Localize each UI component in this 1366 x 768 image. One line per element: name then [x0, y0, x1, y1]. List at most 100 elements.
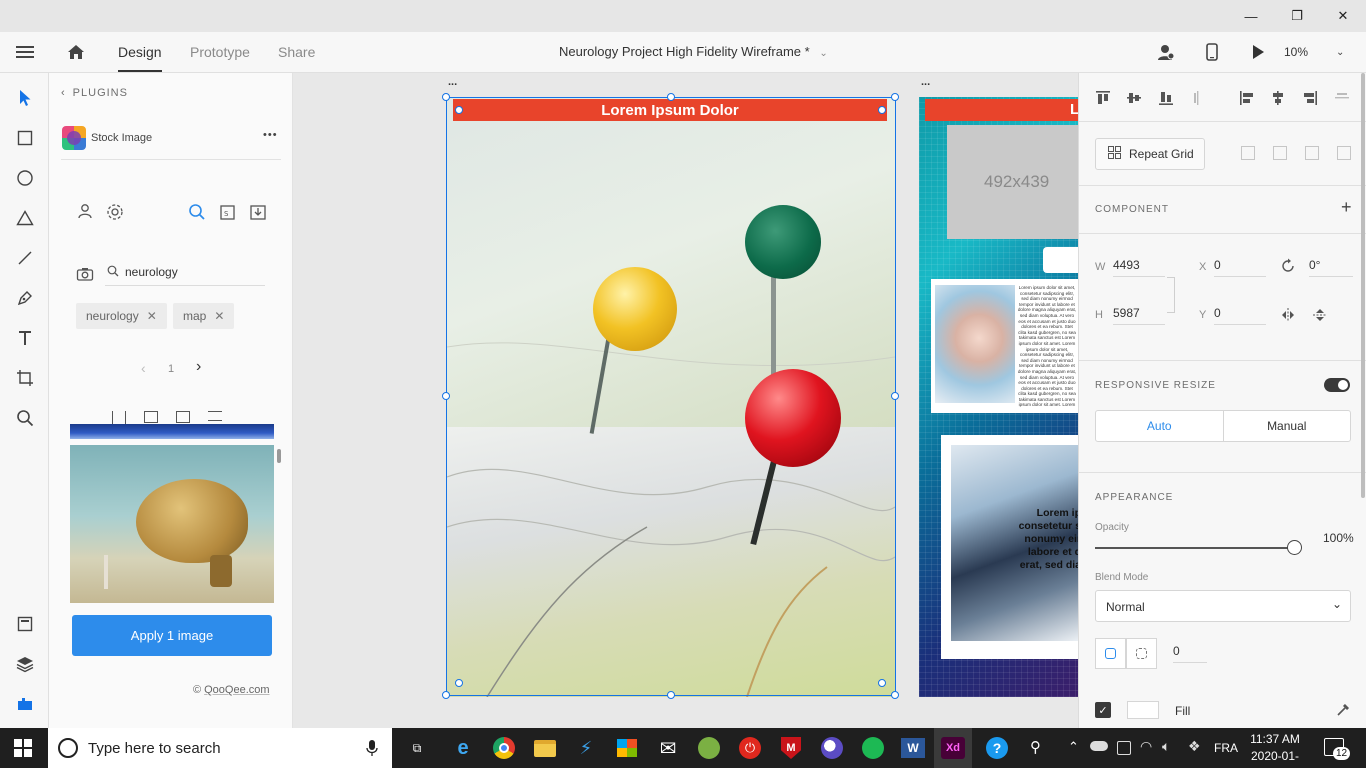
app-android-studio[interactable] [695, 734, 723, 762]
result-thumbnail-selected[interactable] [70, 445, 274, 603]
resize-handle[interactable] [442, 93, 450, 101]
image-placeholder[interactable]: 492x439 [947, 125, 1078, 239]
layers-panel-icon[interactable] [12, 651, 38, 677]
search-icon[interactable] [188, 203, 206, 224]
help-icon[interactable]: ? [986, 737, 1008, 759]
camera-icon[interactable] [76, 266, 94, 285]
corner-radius-handle[interactable] [455, 106, 463, 114]
app-task-view[interactable]: ⧉ [403, 734, 431, 762]
comment-icon[interactable] [176, 411, 190, 423]
resize-handle[interactable] [891, 691, 899, 699]
y-field[interactable]: 0 [1214, 303, 1266, 325]
download-icon[interactable] [249, 203, 267, 224]
artboard-neuro[interactable]: L 492x439 Lorem ipsum dolor sit amet, co… [919, 97, 1078, 697]
scrollbar-thumb[interactable] [277, 449, 281, 463]
search-input[interactable]: neurology [125, 265, 178, 279]
user-share-icon[interactable] [1155, 32, 1177, 72]
chevron-right-icon[interactable]: › [196, 358, 201, 376]
tab-design[interactable]: Design [118, 32, 162, 72]
chevron-down-icon[interactable]: ⌄ [819, 48, 827, 59]
align-left-icon[interactable] [1239, 90, 1255, 109]
opacity-value[interactable]: 100% [1323, 531, 1354, 545]
chevron-up-icon[interactable]: ⌃ [1068, 739, 1079, 755]
x-field[interactable]: 0 [1214, 255, 1266, 277]
inspector-scrollbar[interactable] [1361, 73, 1365, 498]
text-tool-icon[interactable] [12, 325, 38, 351]
device-preview-icon[interactable] [1202, 32, 1222, 72]
plugins-panel-icon[interactable] [12, 691, 38, 717]
distribute-horizontal-icon[interactable] [1334, 90, 1350, 109]
artboard-label[interactable]: ... [448, 76, 457, 88]
tab-prototype[interactable]: Prototype [190, 32, 250, 72]
image-icon[interactable] [144, 411, 158, 423]
windows-start-icon[interactable] [14, 739, 32, 760]
flip-vertical-icon[interactable] [1312, 307, 1328, 326]
responsive-toggle[interactable] [1324, 378, 1350, 392]
canvas[interactable]: ... Lorem Ipsum Dolor ... L 492x439 Lore… [293, 73, 1078, 728]
assets-panel-icon[interactable] [12, 611, 38, 637]
card[interactable]: Lorem ip consetetur s nonumy eir labore … [941, 435, 1078, 659]
manual-button[interactable]: Manual [1224, 411, 1351, 441]
repeat-grid-button[interactable]: Repeat Grid [1095, 138, 1205, 170]
app-store[interactable] [613, 734, 641, 762]
taskbar-search-box[interactable]: Type here to search [48, 728, 392, 768]
resize-handle[interactable] [891, 392, 899, 400]
settings-gear-icon[interactable] [106, 203, 124, 224]
app-visual-studio[interactable]: ⚡ [572, 734, 600, 762]
pen-tool-icon[interactable] [12, 285, 38, 311]
restore-button[interactable]: ❐ [1274, 0, 1320, 32]
align-center-icon[interactable] [1270, 90, 1286, 109]
plugins-back-link[interactable]: ‹ PLUGINS [61, 87, 128, 99]
rectangle-tool-icon[interactable] [12, 125, 38, 151]
zoom-tool-icon[interactable] [12, 405, 38, 431]
resize-handle[interactable] [667, 691, 675, 699]
banner[interactable]: L [925, 99, 1078, 121]
select-tool-icon[interactable] [12, 85, 38, 111]
app-spotify[interactable] [859, 734, 887, 762]
dropbox-icon[interactable]: ❖ [1188, 738, 1201, 755]
boolean-intersect-icon[interactable] [1305, 146, 1319, 160]
app-word[interactable]: W [899, 734, 927, 762]
hamburger-menu-icon[interactable] [12, 32, 38, 72]
search-field[interactable]: neurology [105, 260, 265, 286]
app-file-explorer[interactable] [531, 734, 559, 762]
add-component-icon[interactable]: + [1341, 197, 1352, 218]
boolean-subtract-icon[interactable] [1273, 146, 1287, 160]
minimize-button[interactable]: — [1228, 0, 1274, 32]
artboard-tool-icon[interactable] [12, 365, 38, 391]
align-middle-icon[interactable] [1126, 90, 1142, 109]
apply-button[interactable]: Apply 1 image [72, 615, 272, 656]
bookmark-icon[interactable] [112, 411, 126, 425]
result-thumbnail[interactable] [70, 424, 274, 439]
auto-button[interactable]: Auto [1096, 411, 1224, 441]
wifi-icon[interactable]: ◠ [1140, 738, 1152, 755]
align-top-icon[interactable] [1095, 90, 1111, 109]
document-title[interactable]: Neurology Project High Fidelity Wirefram… [559, 32, 828, 72]
line-tool-icon[interactable] [12, 245, 38, 271]
corner-radius-field[interactable]: 0 [1173, 641, 1207, 663]
play-icon[interactable] [1248, 32, 1268, 72]
blend-mode-select[interactable]: Normal ⌄ [1095, 590, 1351, 622]
flip-horizontal-icon[interactable] [1280, 307, 1296, 326]
eyedropper-icon[interactable] [1335, 702, 1351, 721]
resize-handle[interactable] [891, 93, 899, 101]
fill-color-swatch[interactable] [1127, 701, 1159, 719]
resize-handle[interactable] [667, 93, 675, 101]
corner-radius-handle[interactable] [455, 679, 463, 687]
rotate-icon[interactable] [1280, 258, 1296, 277]
app-mcafee[interactable]: M [777, 734, 805, 762]
app-power[interactable]: ⏻ [736, 734, 764, 762]
app-chrome[interactable] [490, 734, 518, 762]
credit[interactable]: © QooQee.com [193, 684, 270, 696]
artboard-label[interactable]: ... [921, 76, 930, 88]
corner-radius-handle[interactable] [878, 679, 886, 687]
slider-thumb[interactable] [1287, 540, 1302, 555]
card[interactable]: Lorem ipsum dolor sit amet, consetetur s… [931, 279, 1078, 413]
clock[interactable]: 11:37 AM 2020-01-27 [1246, 731, 1304, 768]
rotation-field[interactable]: 0° [1309, 255, 1353, 277]
zoom-select[interactable]: 10% ⌄ [1284, 32, 1354, 72]
boolean-exclude-icon[interactable] [1337, 146, 1351, 160]
distribute-vertical-icon[interactable] [1190, 90, 1206, 109]
boolean-add-icon[interactable] [1241, 146, 1255, 160]
resize-handle[interactable] [442, 691, 450, 699]
